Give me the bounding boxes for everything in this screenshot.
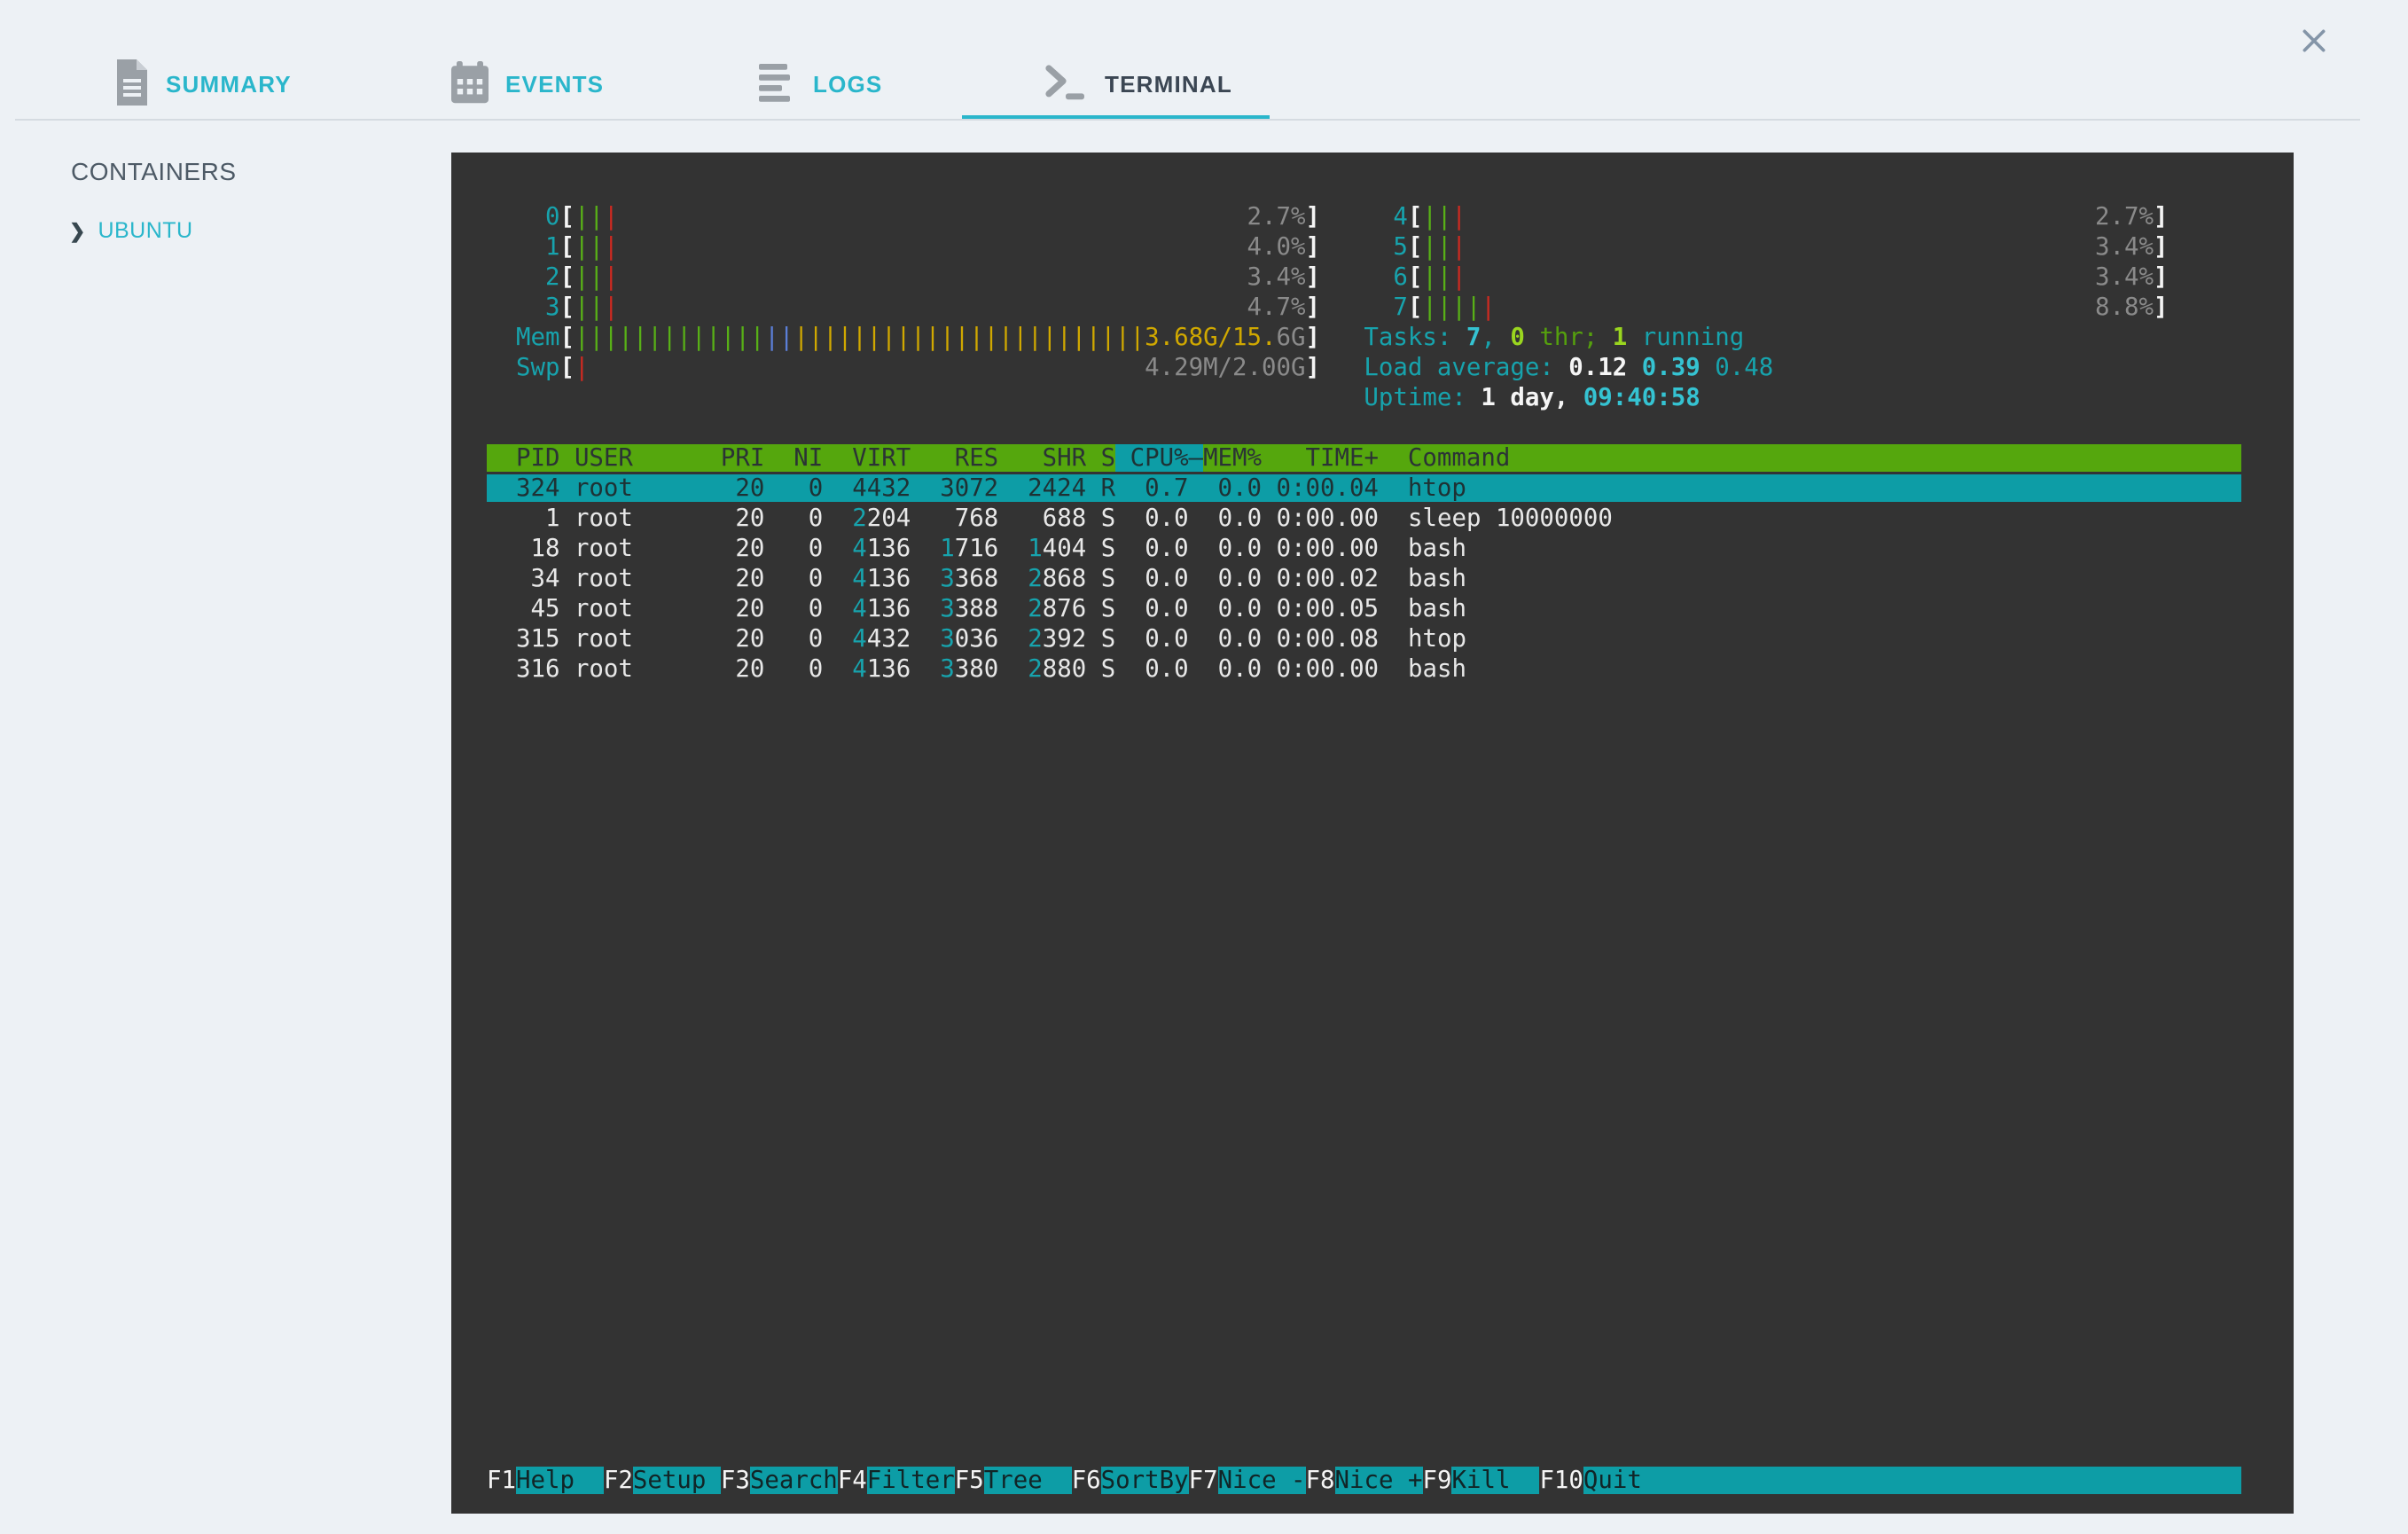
htop-process-row-18: 18 root 20 0 4136 1716 1404 S 0.0 0.0 0:…	[487, 535, 1466, 562]
sidebar-item-ubuntu[interactable]: ❯ UBUNTU	[69, 218, 193, 244]
htop-process-table: PID USER PRI NI VIRT RES SHR S CPU%–MEM%…	[487, 443, 2241, 685]
chevron-right-icon: ❯	[69, 219, 86, 242]
terminal-screen[interactable]: 0[||| 2.7%] 1[||| 4.0%] 2[||| 3.4%] 3[||…	[451, 153, 2294, 1514]
fkey-f1-help-button[interactable]: Help	[515, 1467, 604, 1494]
htop-process-row-34: 34 root 20 0 4136 3368 2868 S 0.0 0.0 0:…	[487, 565, 1466, 592]
tab-events-label: EVENTS	[505, 70, 605, 98]
htop-uptime-line: Uptime: 1 day, 09:40:58	[1364, 384, 1700, 411]
fkey-f4-key[interactable]: F4	[838, 1467, 867, 1494]
htop-cpu4-meter: 4[||| 2.7%]	[1364, 203, 2169, 231]
fkey-f9-key[interactable]: F9	[1423, 1467, 1452, 1494]
htop-fkey-bar: F1Help F2Setup F3SearchF4FilterF5Tree F6…	[487, 1466, 2242, 1496]
htop-process-row-45: 45 root 20 0 4136 3388 2876 S 0.0 0.0 0:…	[487, 595, 1466, 622]
fkey-f6-key[interactable]: F6	[1072, 1467, 1101, 1494]
fkey-f10-quit-button[interactable]: Quit	[1583, 1467, 1671, 1494]
htop-process-row-315: 315 root 20 0 4432 3036 2392 S 0.0 0.0 0…	[487, 625, 1466, 653]
htop-process-row-324: 324 root 20 0 4432 3072 2424 R 0.7 0.0 0…	[487, 474, 2241, 502]
tab-bar: SUMMARY EVENTS LOGS TERMINAL	[0, 0, 2408, 121]
sidebar-item-label: UBUNTU	[98, 218, 193, 243]
fkey-f3-search-button[interactable]: Search	[749, 1467, 838, 1494]
fkey-f8-key[interactable]: F8	[1306, 1467, 1335, 1494]
htop-process-row-1: 1 root 20 0 2204 768 688 S 0.0 0.0 0:00.…	[487, 505, 1613, 532]
tab-summary-label: SUMMARY	[166, 70, 292, 98]
htop-cpu5-meter: 5[||| 3.4%]	[1364, 233, 2169, 261]
terminal-prompt-icon	[1044, 63, 1090, 106]
htop-fkey-block: F1Help F2Setup F3SearchF4FilterF5Tree F6…	[487, 1466, 2242, 1496]
tab-events[interactable]: EVENTS	[450, 53, 604, 115]
fkey-f1-key[interactable]: F1	[487, 1467, 516, 1494]
fkey-bar-filler	[1670, 1467, 2242, 1494]
htop-table-header: PID USER PRI NI VIRT RES SHR S CPU%–MEM%…	[487, 444, 2241, 472]
htop-cpu1-meter: 1[||| 4.0%]	[487, 233, 1321, 261]
fkey-f3-key[interactable]: F3	[721, 1467, 750, 1494]
fkey-f4-filter-button[interactable]: Filter	[866, 1467, 955, 1494]
fkey-f8-nice-button[interactable]: Nice +	[1334, 1467, 1423, 1494]
document-icon	[113, 59, 151, 110]
tab-logs-label: LOGS	[813, 70, 883, 98]
tab-terminal[interactable]: TERMINAL	[1044, 53, 1232, 115]
htop-right-meters: 4[||| 2.7%] 5[||| 3.4%] 6[||| 3.4%] 7[||…	[1364, 202, 2168, 413]
htop-cpu6-meter: 6[||| 3.4%]	[1364, 263, 2169, 291]
header-divider	[15, 119, 2360, 121]
htop-process-row-316: 316 root 20 0 4136 3380 2880 S 0.0 0.0 0…	[487, 655, 1466, 683]
htop-load-line: Load average: 0.12 0.39 0.48	[1364, 354, 1774, 381]
containers-heading: CONTAINERS	[71, 158, 237, 185]
htop-swap-meter: Swp[| 4.29M/2.00G]	[487, 354, 1321, 381]
log-lines-icon	[759, 62, 798, 107]
fkey-f6-sortby-button[interactable]: SortBy	[1100, 1467, 1189, 1494]
close-icon	[2299, 26, 2329, 60]
fkey-f5-key[interactable]: F5	[955, 1467, 984, 1494]
fkey-f5-tree-button[interactable]: Tree	[983, 1467, 1072, 1494]
tab-logs[interactable]: LOGS	[759, 53, 882, 115]
fkey-f2-setup-button[interactable]: Setup	[632, 1467, 721, 1494]
htop-cpu0-meter: 0[||| 2.7%]	[487, 203, 1321, 231]
fkey-f2-key[interactable]: F2	[604, 1467, 633, 1494]
close-button[interactable]	[2293, 21, 2335, 64]
htop-mem-meter: Mem[||||||||||||||||||||||||||||||||||||…	[487, 324, 1321, 351]
fkey-f7-nice-button[interactable]: Nice -	[1217, 1467, 1306, 1494]
tab-terminal-label: TERMINAL	[1105, 70, 1232, 98]
htop-cpu3-meter: 3[||| 4.7%]	[487, 293, 1321, 321]
fkey-f7-key[interactable]: F7	[1189, 1467, 1218, 1494]
fkey-f10-key[interactable]: F10	[1539, 1467, 1583, 1494]
fkey-f9-kill-button[interactable]: Kill	[1451, 1467, 1540, 1494]
htop-cpu2-meter: 2[||| 3.4%]	[487, 263, 1321, 291]
htop-left-meters: 0[||| 2.7%] 1[||| 4.0%] 2[||| 3.4%] 3[||…	[487, 202, 1320, 383]
htop-cpu7-meter: 7[||||| 8.8%]	[1364, 293, 2169, 321]
calendar-icon	[450, 60, 490, 108]
htop-tasks-line: Tasks: 7, 0 thr; 1 running	[1364, 324, 1745, 351]
tab-summary[interactable]: SUMMARY	[113, 53, 292, 115]
